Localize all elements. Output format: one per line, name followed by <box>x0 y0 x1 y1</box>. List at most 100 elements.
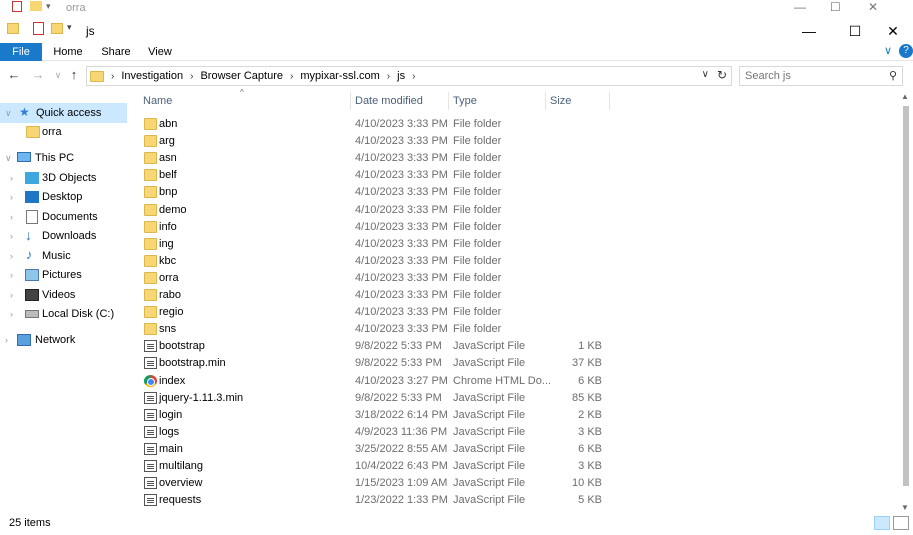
nav-network[interactable]: › Network <box>0 330 127 350</box>
address-dropdown-icon[interactable]: ∨ <box>702 69 709 80</box>
file-row[interactable]: rabo 4/10/2023 3:33 PM File folder <box>128 287 888 304</box>
collapse-icon[interactable]: ∨ <box>5 153 12 164</box>
nav-local-disk[interactable]: › Local Disk (C:) <box>0 304 127 324</box>
large-icons-view-icon[interactable] <box>893 516 909 530</box>
tab-view[interactable]: View <box>144 43 176 61</box>
file-row[interactable]: ing 4/10/2023 3:33 PM File folder <box>128 236 888 253</box>
breadcrumb-separator-icon[interactable]: › <box>387 71 390 82</box>
expand-icon[interactable]: › <box>10 173 13 183</box>
address-bar[interactable]: › Investigation › Browser Capture › mypi… <box>86 66 732 86</box>
expand-icon[interactable]: › <box>5 335 8 345</box>
expand-icon[interactable]: › <box>10 212 13 222</box>
nav-this-pc[interactable]: ∨ This PC <box>0 148 127 168</box>
expand-icon[interactable]: › <box>10 309 13 319</box>
column-divider[interactable] <box>609 92 610 110</box>
file-row[interactable]: index 4/10/2023 3:27 PM Chrome HTML Do... 6… <box>128 373 888 390</box>
column-size[interactable]: Size <box>550 95 571 107</box>
breadcrumb-separator-icon[interactable]: › <box>290 71 293 82</box>
expand-icon[interactable]: › <box>10 192 13 202</box>
expand-icon[interactable]: › <box>10 290 13 300</box>
file-type: File folder <box>453 323 502 336</box>
file-row[interactable]: bootstrap 9/8/2022 5:33 PM JavaScript File… <box>128 338 888 355</box>
expand-icon[interactable]: › <box>10 231 13 241</box>
nav-orra[interactable]: orra <box>0 122 127 142</box>
column-name[interactable]: Name <box>143 95 172 107</box>
javascript-file-icon <box>144 442 157 455</box>
forward-button[interactable]: → <box>30 67 46 85</box>
address-row: ← → ∨ ↑ › Investigation › Browser Captur… <box>0 64 913 88</box>
expand-ribbon-icon[interactable]: ∨ <box>881 44 895 58</box>
breadcrumb-js[interactable]: js <box>397 70 405 82</box>
customize-toolbar-icon[interactable]: ▾ <box>67 22 72 33</box>
nav-quick-access[interactable]: ∨ ★ Quick access <box>0 103 127 123</box>
nav-videos[interactable]: › Videos <box>0 285 127 305</box>
scroll-down-icon[interactable]: ▼ <box>901 503 909 512</box>
breadcrumb-separator-icon[interactable]: › <box>190 71 193 82</box>
scroll-up-icon[interactable]: ▲ <box>901 92 909 101</box>
scroll-thumb[interactable] <box>903 106 909 486</box>
file-row[interactable]: demo 4/10/2023 3:33 PM File folder <box>128 202 888 219</box>
column-type[interactable]: Type <box>453 95 477 107</box>
minimize-button[interactable]: — <box>786 19 832 43</box>
expand-icon[interactable]: › <box>10 270 13 280</box>
expand-icon[interactable]: › <box>10 251 13 261</box>
file-row[interactable]: abn 4/10/2023 3:33 PM File folder <box>128 116 888 133</box>
tab-file[interactable]: File <box>0 43 42 61</box>
column-divider[interactable] <box>350 92 351 110</box>
tab-share[interactable]: Share <box>98 43 134 61</box>
breadcrumb-separator-icon[interactable]: › <box>111 71 114 82</box>
up-button[interactable]: ↑ <box>66 67 82 85</box>
search-box[interactable]: ⚲ <box>739 66 903 86</box>
file-row[interactable]: info 4/10/2023 3:33 PM File folder <box>128 219 888 236</box>
file-row[interactable]: requests 1/23/2022 1:33 PM JavaScript File… <box>128 492 888 509</box>
file-type: File folder <box>453 220 502 233</box>
properties-icon[interactable] <box>33 22 44 35</box>
recent-locations-icon[interactable]: ∨ <box>50 70 66 88</box>
file-row[interactable]: main 3/25/2022 8:55 AM JavaScript File 6 KB <box>128 441 888 458</box>
file-type: JavaScript File <box>453 391 526 404</box>
file-row[interactable]: regio 4/10/2023 3:33 PM File folder <box>128 304 888 321</box>
nav-music[interactable]: › ♪ Music <box>0 246 127 266</box>
file-row[interactable]: arg 4/10/2023 3:33 PM File folder <box>128 133 888 150</box>
column-divider[interactable] <box>545 92 546 110</box>
search-input[interactable] <box>740 67 880 85</box>
file-row[interactable]: overview 1/15/2023 1:09 AM JavaScript File… <box>128 475 888 492</box>
file-row[interactable]: bootstrap.min 9/8/2022 5:33 PM JavaScript … <box>128 355 888 372</box>
file-row[interactable]: login 3/18/2022 6:14 PM JavaScript File 2 K… <box>128 407 888 424</box>
collapse-icon[interactable]: ∨ <box>5 108 12 119</box>
folder-icon <box>90 70 104 82</box>
file-row[interactable]: orra 4/10/2023 3:33 PM File folder <box>128 270 888 287</box>
column-date-modified[interactable]: Date modified <box>355 95 423 107</box>
breadcrumb-investigation[interactable]: Investigation <box>121 70 183 82</box>
file-row[interactable]: bnp 4/10/2023 3:33 PM File folder <box>128 184 888 201</box>
file-row[interactable]: kbc 4/10/2023 3:33 PM File folder <box>128 253 888 270</box>
new-folder-icon[interactable] <box>51 23 63 34</box>
breadcrumb-browser-capture[interactable]: Browser Capture <box>200 70 283 82</box>
file-row[interactable]: jquery-1.11.3.min 9/8/2022 5:33 PM JavaScr… <box>128 390 888 407</box>
nav-pictures[interactable]: › Pictures <box>0 265 127 285</box>
item-count: 25 items <box>9 517 51 529</box>
refresh-icon[interactable]: ↻ <box>717 68 727 82</box>
details-view-icon[interactable] <box>874 516 890 530</box>
nav-downloads[interactable]: › ↓ Downloads <box>0 226 127 246</box>
column-divider[interactable] <box>448 92 449 110</box>
folder-icon <box>144 306 157 319</box>
close-button[interactable]: ✕ <box>870 19 913 43</box>
help-icon[interactable]: ? <box>899 44 913 58</box>
file-row[interactable]: multilang 10/4/2022 6:43 PM JavaScript Fil… <box>128 458 888 475</box>
javascript-file-icon <box>144 357 157 370</box>
background-maximize-icon: ☐ <box>830 0 841 14</box>
file-row[interactable]: logs 4/9/2023 11:36 PM JavaScript File 3 KB <box>128 424 888 441</box>
file-row[interactable]: asn 4/10/2023 3:33 PM File folder <box>128 150 888 167</box>
vertical-scrollbar[interactable]: ▲ ▼ <box>899 92 913 512</box>
file-row[interactable]: belf 4/10/2023 3:33 PM File folder <box>128 167 888 184</box>
back-button[interactable]: ← <box>6 67 22 85</box>
file-type: JavaScript File <box>453 494 526 507</box>
nav-documents[interactable]: › Documents <box>0 207 127 227</box>
breadcrumb-separator-icon[interactable]: › <box>412 71 415 82</box>
nav-desktop[interactable]: › Desktop <box>0 187 127 207</box>
tab-home[interactable]: Home <box>50 43 86 61</box>
file-row[interactable]: sns 4/10/2023 3:33 PM File folder <box>128 321 888 338</box>
breadcrumb-mypixar-ssl[interactable]: mypixar-ssl.com <box>300 70 379 82</box>
nav-3d-objects[interactable]: › 3D Objects <box>0 168 127 188</box>
